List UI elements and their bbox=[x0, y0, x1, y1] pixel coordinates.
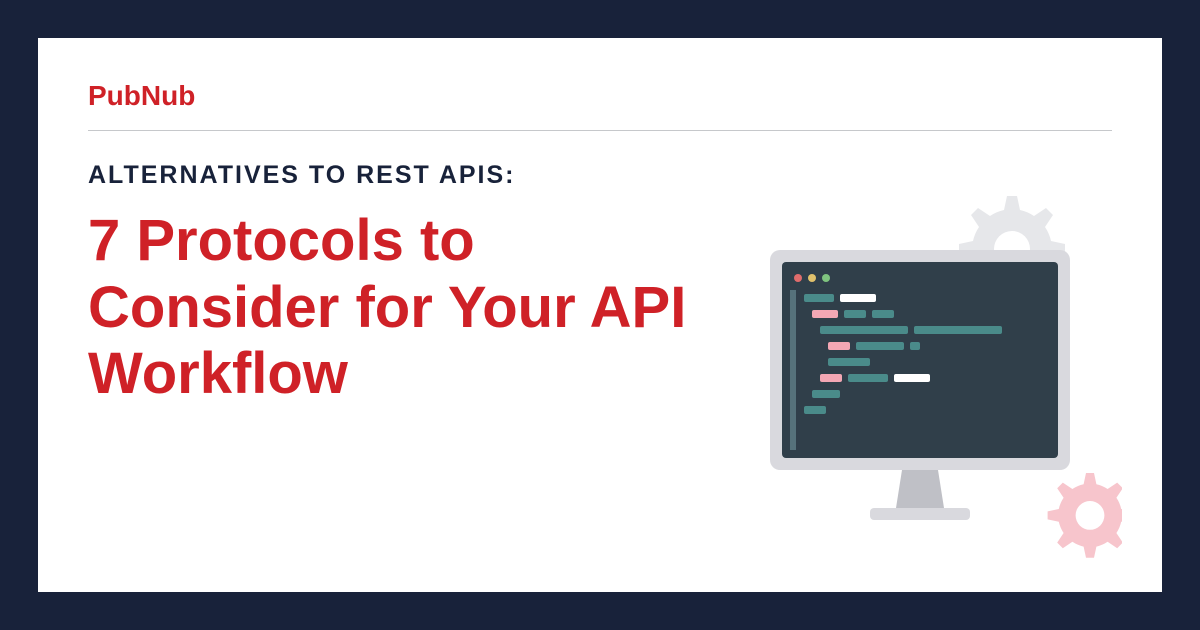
gear-icon-pink bbox=[1048, 473, 1122, 558]
brand-logo: PubNub bbox=[88, 80, 1112, 112]
content-card: PubNub ALTERNATIVES TO REST APIS: 7 Prot… bbox=[38, 38, 1162, 592]
divider bbox=[88, 130, 1112, 131]
page-title: 7 Protocols to Consider for Your API Wor… bbox=[88, 208, 728, 408]
monitor-icon bbox=[770, 250, 1070, 520]
monitor-illustration bbox=[742, 178, 1122, 558]
